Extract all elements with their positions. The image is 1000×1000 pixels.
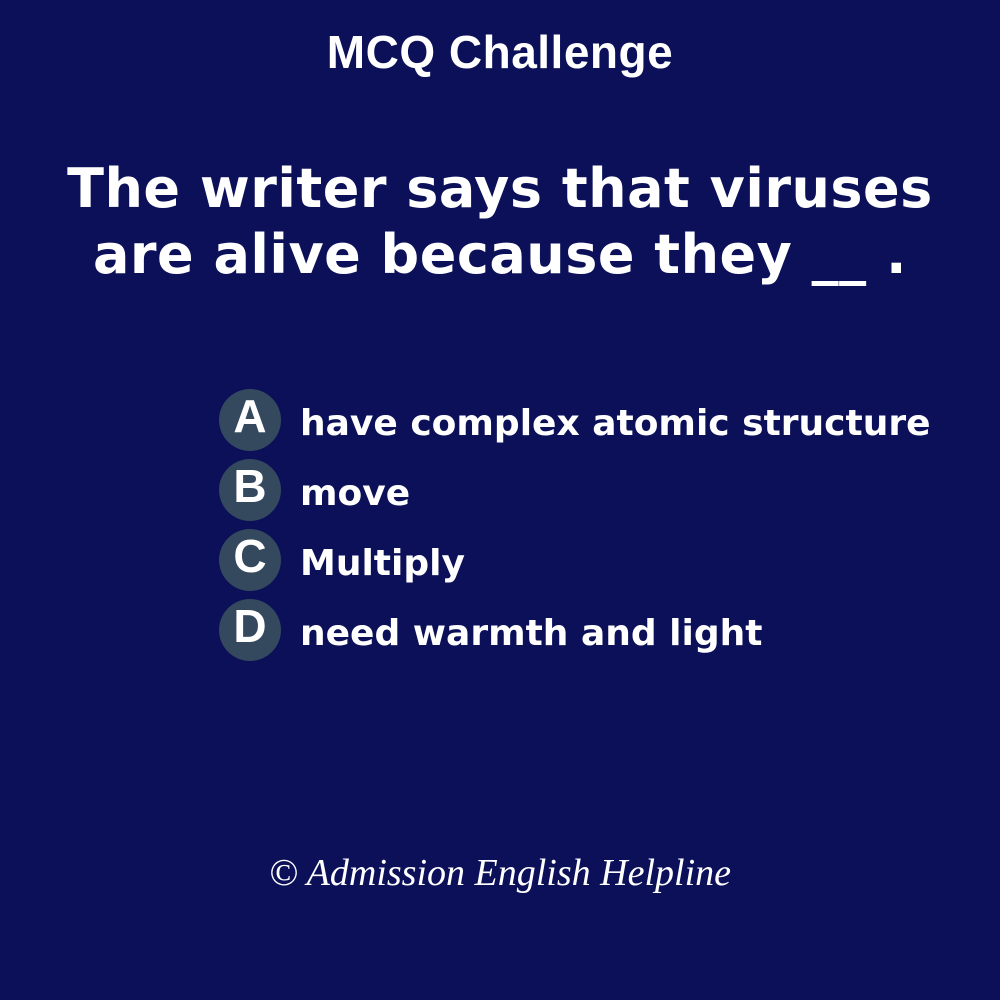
option-letter-badge: C (219, 529, 281, 591)
option-text: move (300, 473, 411, 514)
options-list: A have complex atomic structure B move C… (219, 389, 994, 669)
option-letter-badge: B (219, 459, 281, 521)
option-letter-badge: D (219, 599, 281, 661)
option-a[interactable]: A have complex atomic structure (219, 389, 994, 459)
option-letter-badge: A (219, 389, 281, 451)
option-text: have complex atomic structure (300, 403, 931, 444)
option-c[interactable]: C Multiply (219, 529, 994, 599)
copyright-footer: © Admission English Helpline (269, 852, 731, 894)
option-text: need warmth and light (300, 613, 763, 654)
option-b[interactable]: B move (219, 459, 994, 529)
page-title: MCQ Challenge (326, 26, 674, 78)
question-text: The writer says that viruses are alive b… (67, 157, 933, 286)
option-text: Multiply (300, 543, 465, 584)
option-d[interactable]: D need warmth and light (219, 599, 994, 669)
